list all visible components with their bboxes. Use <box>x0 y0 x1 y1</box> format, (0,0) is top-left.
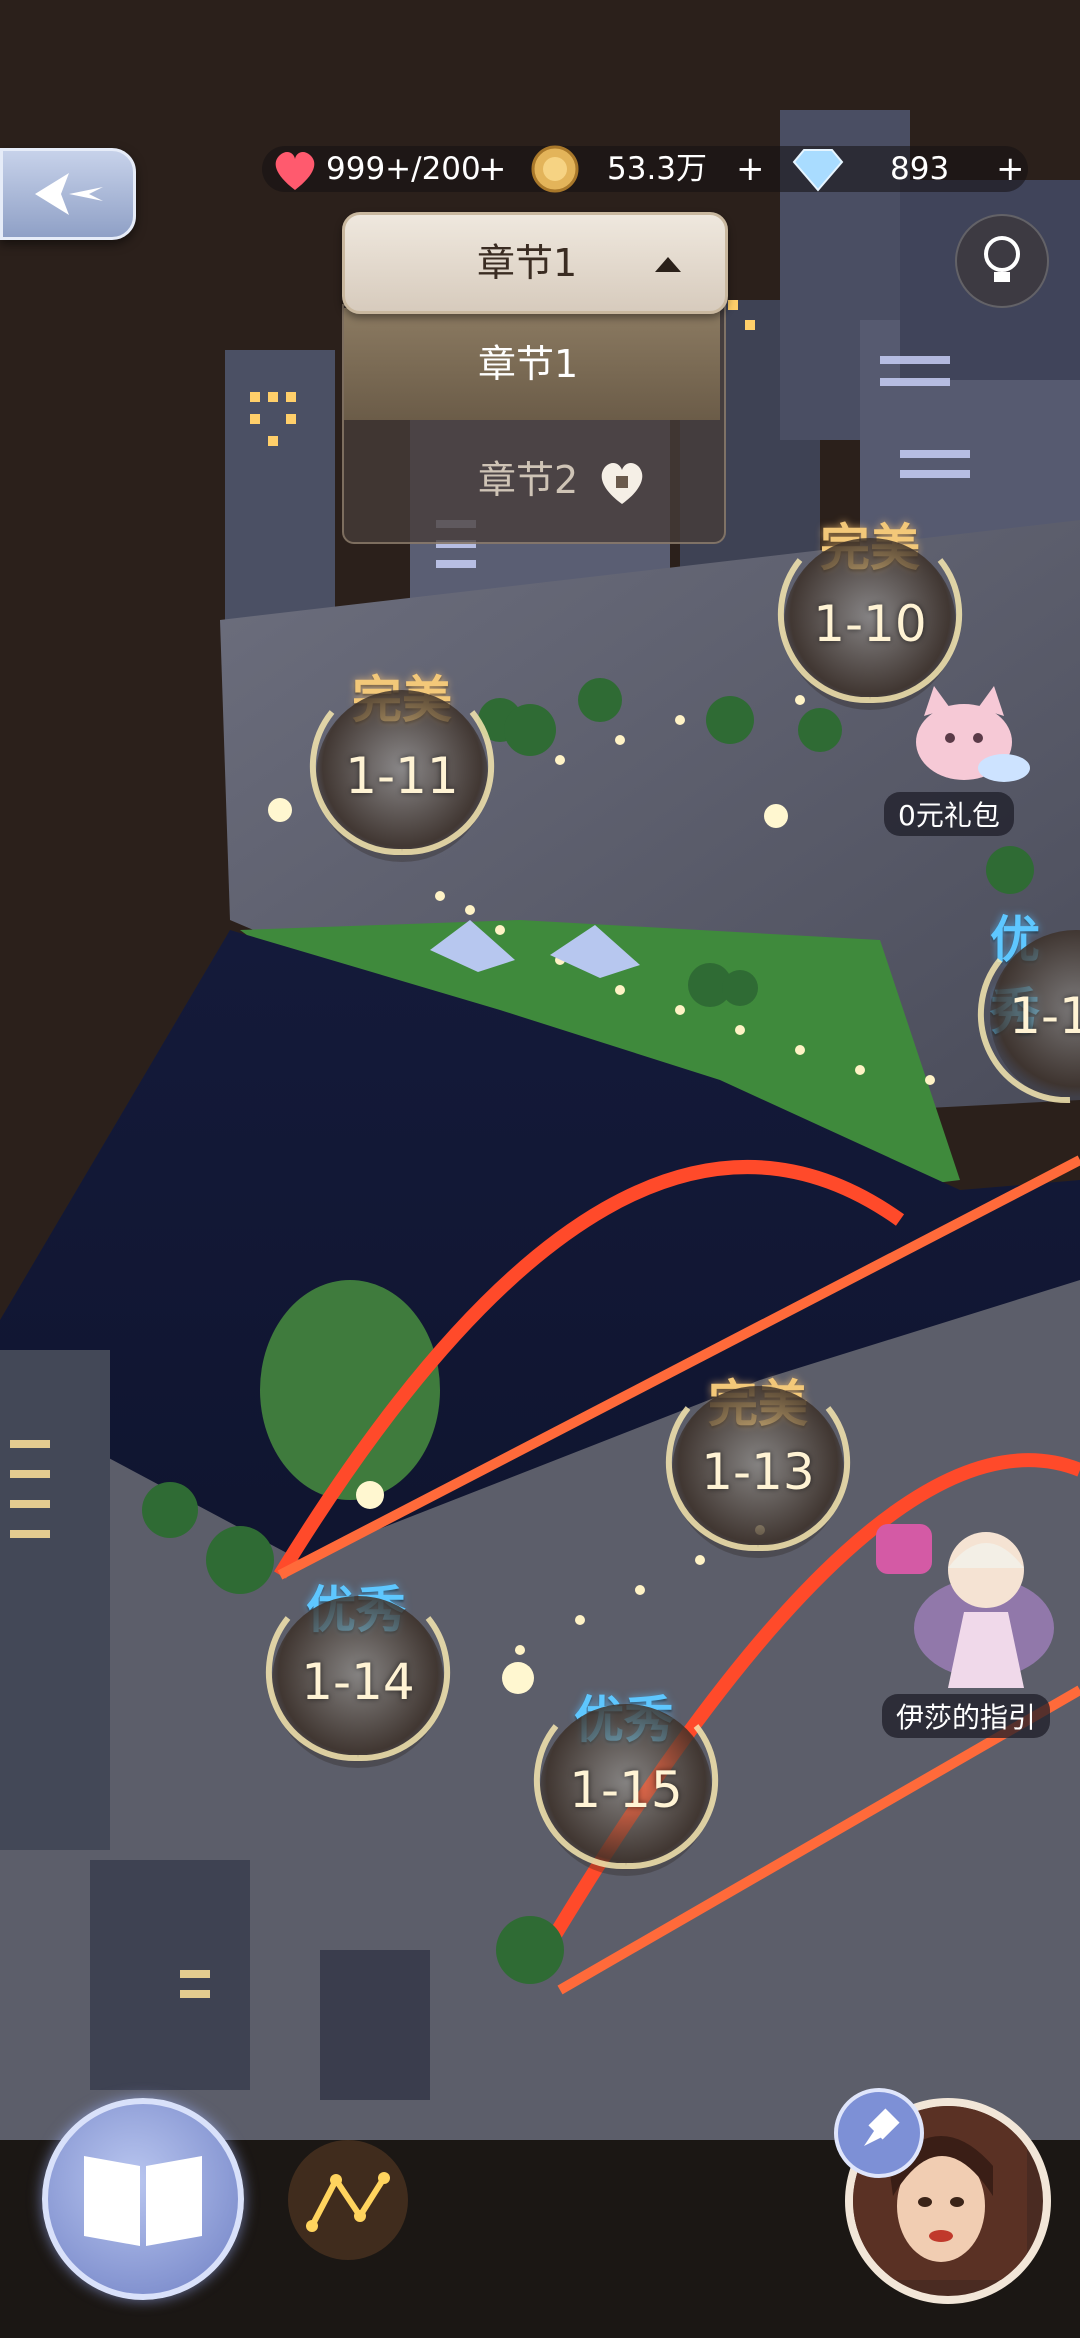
back-icon <box>35 173 103 215</box>
hint-button[interactable] <box>955 214 1049 308</box>
gift-pack-button[interactable] <box>904 680 1034 790</box>
pin-icon <box>864 2108 900 2146</box>
level-label: 1-13 <box>701 1443 815 1501</box>
fairy-guide-icon <box>876 1524 1054 1688</box>
cat-gift-icon <box>916 686 1030 782</box>
add-stamina-button[interactable]: + <box>478 146 507 192</box>
level-label: 1-15 <box>569 1761 683 1819</box>
book-icon <box>84 2156 202 2246</box>
level-label: 1-1 <box>1009 987 1080 1045</box>
game-map: 999+/200 + 53.3万 + 893 + 章节1 章节2 章节1 完美 … <box>0 0 1080 2338</box>
level-label: 1-14 <box>301 1653 415 1711</box>
level-node-1-14[interactable]: 1-14 <box>272 1596 444 1768</box>
add-diamonds-button[interactable]: + <box>996 146 1025 192</box>
chapter-dropdown[interactable]: 章节1 <box>342 212 728 314</box>
chapter-option-2-label[interactable]: 章节2 <box>478 428 578 532</box>
level-node-1-11[interactable]: 1-11 <box>316 690 488 862</box>
diamonds-value: 893 <box>890 151 950 187</box>
add-coins-button[interactable]: + <box>736 146 765 192</box>
stamina-value: 999+/200 <box>326 151 481 187</box>
route-button[interactable] <box>288 2140 408 2260</box>
heart-icon <box>275 152 315 190</box>
lightbulb-icon <box>984 236 1020 282</box>
gift-pack-label: 0元礼包 <box>884 792 1014 836</box>
coin-icon <box>531 145 579 193</box>
path-icon <box>306 2172 390 2232</box>
chapter-option-1-label: 章节1 <box>478 342 579 386</box>
diamond-icon <box>792 149 844 192</box>
level-label: 1-11 <box>345 747 459 805</box>
storybook-button[interactable] <box>42 2098 244 2300</box>
caret-up-icon <box>655 257 681 272</box>
lock-icon <box>601 463 643 504</box>
chapter-selected-label: 章节1 <box>477 241 578 285</box>
level-node-1-12[interactable]: 1-1 <box>990 930 1080 1102</box>
guide-button[interactable] <box>874 1508 1064 1698</box>
coins-value: 53.3万 <box>607 151 708 187</box>
level-node-1-15[interactable]: 1-15 <box>540 1704 712 1876</box>
guide-label: 伊莎的指引 <box>882 1694 1051 1738</box>
back-button[interactable] <box>0 148 136 240</box>
pin-button[interactable] <box>834 2088 924 2178</box>
level-node-1-13[interactable]: 1-13 <box>672 1386 844 1558</box>
